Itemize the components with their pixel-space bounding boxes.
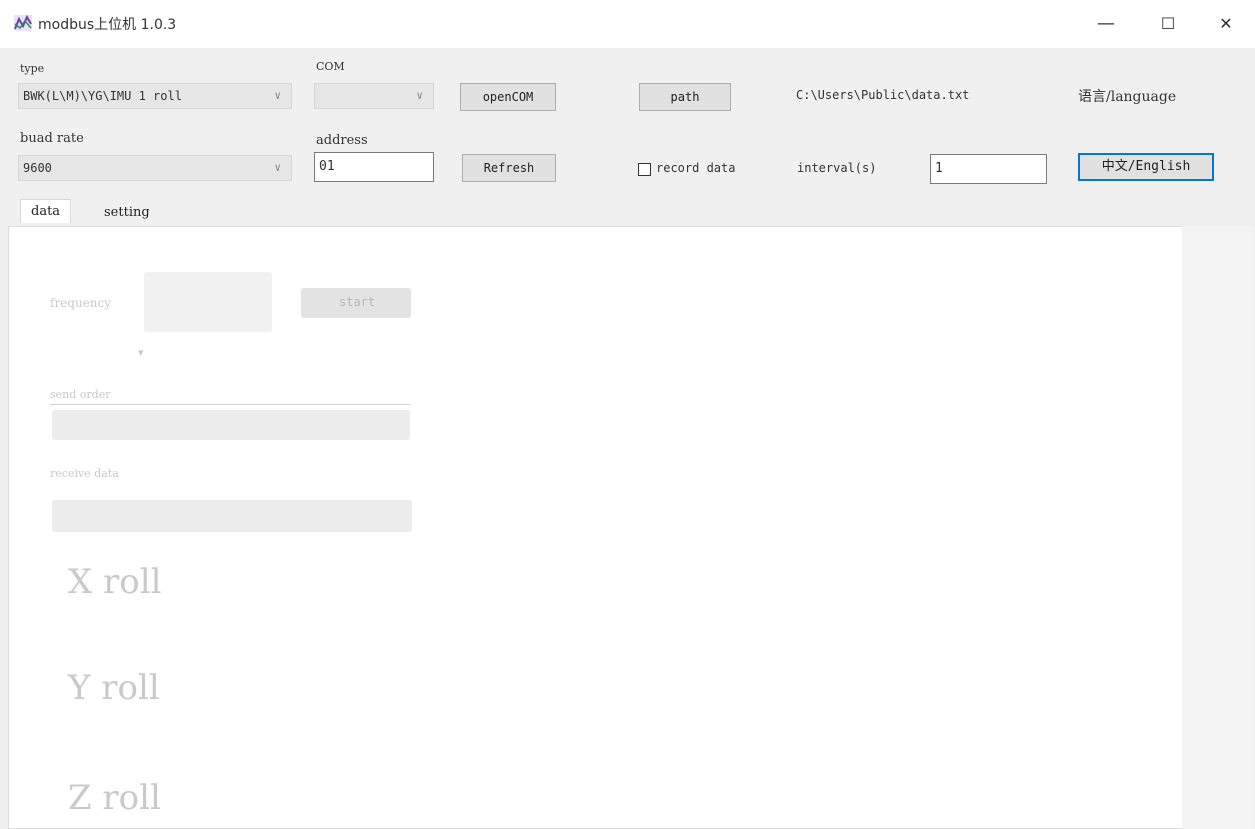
refresh-button[interactable]: Refresh bbox=[462, 154, 556, 182]
tab-setting[interactable]: setting bbox=[104, 205, 150, 220]
interval-label: interval(s) bbox=[797, 161, 877, 175]
address-input[interactable]: 01 bbox=[314, 152, 434, 182]
baud-rate-label: buad rate bbox=[20, 131, 84, 146]
maximize-button[interactable]: ☐ bbox=[1148, 12, 1188, 36]
path-value: C:\Users\Public\data.txt bbox=[796, 88, 970, 102]
com-select[interactable]: ∨ bbox=[314, 83, 434, 109]
z-roll-readout: Z roll bbox=[68, 778, 161, 818]
frequency-stepper[interactable] bbox=[144, 272, 272, 332]
language-label: 语言/language bbox=[1078, 89, 1177, 105]
chevron-down-icon: ∨ bbox=[274, 161, 281, 174]
record-data-checkbox[interactable] bbox=[638, 163, 651, 176]
baud-rate-select[interactable]: 9600 ∨ bbox=[18, 155, 292, 181]
receive-data-label: receive data bbox=[50, 467, 119, 480]
app-icon bbox=[14, 15, 32, 31]
scroll-region bbox=[1182, 226, 1252, 829]
record-data-label: record data bbox=[656, 161, 736, 175]
start-button[interactable]: start bbox=[301, 288, 411, 318]
address-label: address bbox=[316, 133, 368, 148]
start-button-label: start bbox=[339, 295, 376, 309]
frequency-label: frequency bbox=[50, 296, 112, 310]
send-order-divider bbox=[50, 404, 410, 405]
tab-data[interactable]: data bbox=[20, 199, 72, 223]
chevron-down-icon: ∨ bbox=[416, 89, 423, 102]
frequency-unit-marker: ▾ bbox=[138, 346, 144, 359]
send-order-label: send order bbox=[50, 388, 111, 401]
path-button[interactable]: path bbox=[639, 83, 731, 111]
close-button[interactable]: ✕ bbox=[1206, 12, 1246, 36]
com-label: COM bbox=[316, 60, 345, 73]
y-roll-readout: Y roll bbox=[68, 668, 160, 708]
receive-data-field[interactable] bbox=[52, 500, 412, 532]
send-order-field[interactable] bbox=[52, 410, 410, 440]
x-roll-readout: X roll bbox=[68, 562, 162, 602]
baud-rate-value: 9600 bbox=[23, 161, 52, 175]
type-select-value: BWK(L\M)\YG\IMU 1 roll bbox=[23, 89, 182, 103]
open-com-button[interactable]: openCOM bbox=[460, 83, 556, 111]
type-label: type bbox=[20, 62, 45, 75]
window-title: modbus上位机 1.0.3 bbox=[38, 17, 177, 33]
title-bar: modbus上位机 1.0.3 — ☐ ✕ bbox=[0, 0, 1255, 48]
minimize-button[interactable]: — bbox=[1086, 12, 1126, 36]
chevron-down-icon: ∨ bbox=[274, 89, 281, 102]
interval-input[interactable]: 1 bbox=[930, 154, 1047, 184]
language-toggle-button[interactable]: 中文/English bbox=[1078, 153, 1214, 181]
type-select[interactable]: BWK(L\M)\YG\IMU 1 roll ∨ bbox=[18, 83, 292, 109]
